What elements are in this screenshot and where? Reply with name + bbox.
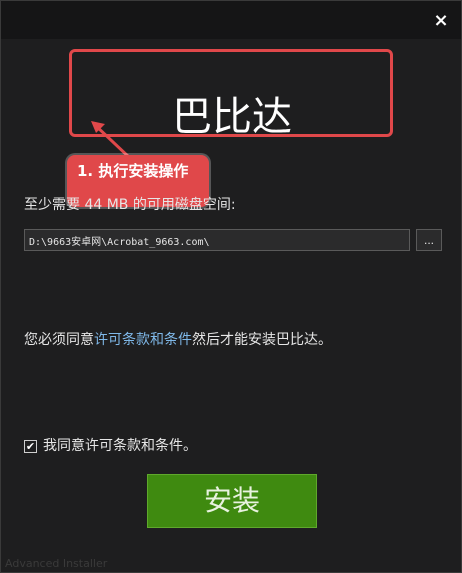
install-path-input[interactable]: [24, 229, 410, 251]
agree-label[interactable]: 我同意许可条款和条件。: [43, 436, 197, 456]
license-text-after: 然后才能安装巴比达。: [192, 332, 332, 348]
license-terms-link[interactable]: 许可条款和条件: [94, 332, 192, 348]
license-text-before: 您必须同意: [24, 332, 94, 348]
agree-checkbox[interactable]: ✔: [24, 439, 37, 453]
installer-window: × 巴比达 1. 执行安装操作 至少需要 44 MB 的可用磁盘空间: ... …: [0, 0, 462, 573]
close-icon[interactable]: ×: [429, 9, 453, 33]
agree-row[interactable]: ✔ 我同意许可条款和条件。: [24, 436, 197, 456]
browse-button[interactable]: ...: [416, 229, 442, 251]
title-bar: ×: [1, 1, 461, 39]
footer-brand: Advanced Installer: [5, 557, 108, 570]
license-notice: 您必须同意许可条款和条件然后才能安装巴比达。: [24, 330, 332, 350]
disk-space-label: 至少需要 44 MB 的可用磁盘空间:: [24, 197, 236, 213]
install-button[interactable]: 安装: [147, 474, 317, 528]
